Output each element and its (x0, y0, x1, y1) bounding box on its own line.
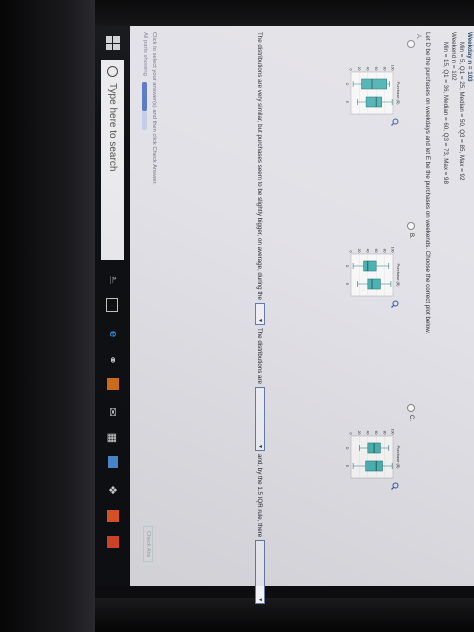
boxplot-c: Purchase ($) 100 80 60 40 20 0 D E (345, 429, 401, 479)
category-label: E (345, 101, 349, 104)
option-c[interactable]: C. Purchase ($) 100 80 60 40 20 0 D E (267, 404, 417, 554)
parts-status: All parts showing (142, 32, 148, 130)
option-c-radio-label: C. (408, 415, 414, 421)
category-label: E (345, 283, 349, 286)
mail-icon[interactable]: ✉ (105, 404, 121, 420)
tick-label: 80 (382, 249, 386, 253)
option-b[interactable]: B. Purchase ($) 100 80 60 40 20 0 D E (267, 222, 417, 372)
plot-area (350, 71, 394, 115)
monitor-bezel-left (0, 0, 95, 632)
app-icon-orange[interactable] (107, 510, 119, 522)
option-a-radio[interactable] (407, 40, 415, 48)
dropbox-icon[interactable]: ❖ (105, 482, 121, 498)
taskbar-search[interactable]: Type here to search (101, 60, 124, 260)
tick-label: 60 (374, 431, 378, 435)
microphone-icon[interactable]: ⎁ (105, 272, 121, 288)
tick-label: 20 (357, 67, 361, 71)
category-label: D (345, 265, 349, 268)
plot-title: Purchase ($) (396, 446, 401, 470)
tick-label: 60 (374, 67, 378, 71)
instructions-text: Click to select your answer(s) and then … (151, 32, 157, 185)
weekend-label: Weekend n = 102 (450, 32, 457, 81)
box (365, 460, 383, 472)
office-icon[interactable] (107, 378, 119, 390)
tick-label: 80 (382, 67, 386, 71)
plot-title: Purchase ($) (396, 82, 401, 106)
boxplot-a: Purchase ($) 100 80 60 40 20 0 D E (345, 65, 401, 115)
tick-label: 80 (382, 431, 386, 435)
shape-dropdown[interactable]: ▼ (255, 387, 265, 451)
tick-label: 0 (349, 251, 353, 253)
monitor-bezel-bottom (95, 598, 474, 632)
plot-title: Purchase ($) (396, 264, 401, 288)
tick-label: 100 (391, 65, 395, 71)
plot-area (350, 253, 394, 297)
parts-label: All parts showing (142, 32, 148, 76)
tick-label: 60 (374, 249, 378, 253)
option-c-radio[interactable] (407, 404, 415, 412)
people-icon[interactable]: ⚭ (105, 352, 121, 368)
search-placeholder: Type here to search (107, 83, 118, 172)
category-label: D (345, 83, 349, 86)
tick-label: 0 (349, 69, 353, 71)
period-dropdown[interactable]: ▼ (255, 302, 265, 325)
tick-label: 40 (366, 431, 370, 435)
app-icon-red[interactable] (107, 536, 119, 548)
option-b-radio-label: B. (408, 233, 414, 239)
tick-label: 100 (391, 247, 395, 253)
outlier-dropdown[interactable]: ▼ (255, 540, 265, 605)
photos-icon[interactable] (108, 456, 118, 468)
edge-icon[interactable]: e (105, 326, 121, 342)
chevron-down-icon: ▼ (257, 317, 263, 323)
option-b-radio[interactable] (407, 222, 415, 230)
weekday-label: Weekday n = 103 (466, 32, 473, 82)
windows-start-icon[interactable] (106, 36, 120, 50)
question-header: Weekday n = 103 Min = 5, Q1 = 25, Median… (441, 32, 473, 572)
cortana-icon (107, 66, 118, 77)
tick-label: 40 (366, 67, 370, 71)
screen: Weekday n = 103 Min = 5, Q1 = 25, Median… (95, 26, 474, 605)
answer-sentence: The distributions are very similar, but … (255, 32, 265, 605)
progress-bar (142, 81, 148, 130)
box (363, 260, 377, 272)
chevron-down-icon: ▼ (257, 444, 263, 449)
weekday-stats: Min = 5, Q1 = 25, Median = 50, Q3 = 85, … (458, 42, 465, 181)
option-a-label: A. (415, 34, 421, 40)
category-label: D (345, 447, 349, 450)
sentence-part-3: and, by the 1.5 IQR rule, there (256, 454, 264, 538)
chevron-down-icon: ▼ (257, 597, 263, 603)
tick-label: 0 (349, 433, 353, 435)
tick-label: 100 (391, 429, 395, 435)
tick-label: 20 (357, 249, 361, 253)
box (367, 278, 381, 290)
box (365, 96, 382, 108)
weekend-stats: Min = 15, Q1 = 36, Median = 60, Q3 = 73,… (442, 42, 449, 184)
plot-area (350, 435, 394, 479)
question-text: Let D be the purchases on weekdays and l… (424, 32, 431, 334)
category-label: E (345, 465, 349, 468)
store-icon[interactable]: ▦ (105, 430, 121, 446)
sentence-part-1: The distributions are very similar, but … (256, 32, 264, 300)
check-answer-button[interactable]: Check Ans (143, 526, 153, 563)
box (361, 78, 388, 90)
zoom-icon[interactable] (391, 482, 399, 490)
zoom-icon[interactable] (391, 300, 399, 308)
taskbar: Type here to search ⎁ e ⚭ ✉ ▦ ❖ (95, 26, 130, 586)
option-a[interactable]: Purchase ($) 100 80 60 40 20 0 D E (267, 40, 417, 190)
tick-label: 40 (366, 249, 370, 253)
task-view-icon[interactable] (106, 298, 118, 312)
sentence-part-2: The distributions are (256, 327, 264, 384)
tick-label: 20 (357, 431, 361, 435)
zoom-icon[interactable] (391, 118, 399, 126)
progress-fill (142, 81, 148, 111)
boxplot-b: Purchase ($) 100 80 60 40 20 0 D E (345, 247, 401, 297)
